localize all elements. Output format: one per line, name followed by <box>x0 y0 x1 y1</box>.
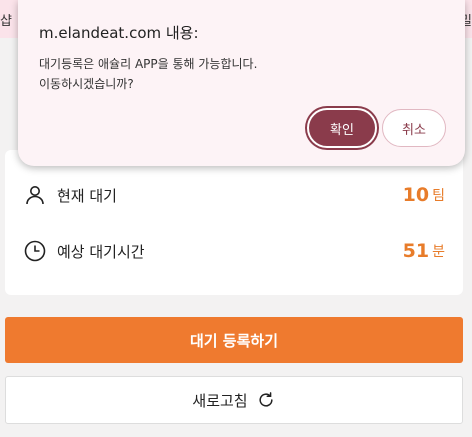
refresh-icon <box>259 392 273 407</box>
refresh-button-label: 새로고침 <box>192 391 248 410</box>
estimated-wait-row: 예상 대기시간 51 분 <box>23 236 445 266</box>
clock-icon <box>24 240 46 262</box>
dialog-cancel-button[interactable]: 취소 <box>382 109 446 147</box>
waiting-info-card: 현재 대기 10 팀 예상 대기시간 51 분 <box>5 150 463 295</box>
dialog-message-line1: 대기등록은 애슐리 APP을 통해 가능합니다. <box>39 57 258 71</box>
estimated-wait-label: 예상 대기시간 <box>57 242 145 261</box>
current-waiting-value: 10 <box>402 184 430 206</box>
register-waiting-button[interactable]: 대기 등록하기 <box>5 317 463 363</box>
dialog-message-line2: 이동하시겠습니까? <box>39 77 134 91</box>
dialog-title: m.elandeat.com 내용: <box>39 24 199 42</box>
confirm-dialog: m.elandeat.com 내용: 대기등록은 애슐리 APP을 통해 가능합… <box>18 0 465 166</box>
left-edge-text: 샵 <box>0 14 12 29</box>
dialog-ok-button[interactable]: 확인 <box>307 108 377 148</box>
refresh-button[interactable]: 새로고침 <box>5 376 463 424</box>
estimated-wait-value: 51 <box>402 240 430 262</box>
current-waiting-row: 현재 대기 10 팀 <box>23 180 445 210</box>
person-icon <box>26 186 44 205</box>
current-waiting-unit: 팀 <box>432 188 445 204</box>
current-waiting-label: 현재 대기 <box>57 186 117 205</box>
dialog-message: 대기등록은 애슐리 APP을 통해 가능합니다. 이동하시겠습니까? <box>39 54 257 94</box>
estimated-wait-unit: 분 <box>432 244 445 260</box>
